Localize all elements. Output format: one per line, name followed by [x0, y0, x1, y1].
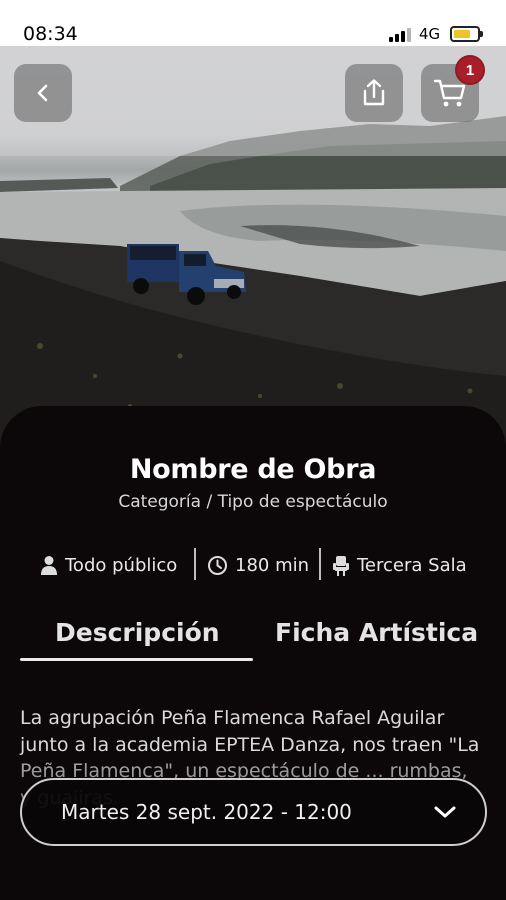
active-tab-indicator: [20, 658, 253, 661]
tab-descripcion[interactable]: Descripción: [55, 618, 220, 647]
back-arrow-icon: [37, 84, 48, 102]
status-bar: 08:34 4G: [0, 0, 506, 46]
clock-icon: [207, 555, 228, 576]
event-meta: Todo público 180 min Tercera Sala: [0, 548, 506, 582]
tab-ficha-artistica[interactable]: Ficha Artística: [275, 618, 478, 647]
meta-divider: [194, 548, 196, 580]
chevron-down-icon: [433, 804, 457, 820]
seat-icon: [332, 555, 350, 576]
share-icon: [363, 79, 385, 106]
event-category: Categoría / Tipo de espectáculo: [118, 492, 388, 512]
meta-divider: [319, 548, 321, 580]
status-time: 08:34: [23, 23, 78, 45]
date-time-select[interactable]: Martes 28 sept. 2022 - 12:00: [20, 778, 487, 846]
battery-icon: [450, 26, 483, 42]
meta-venue: Tercera Sala: [332, 548, 467, 582]
signal-icon: [389, 28, 412, 42]
cart-count-badge: 1: [455, 55, 485, 85]
back-button[interactable]: [14, 64, 72, 122]
person-icon: [40, 555, 58, 575]
network-type: 4G: [419, 25, 441, 43]
event-title: Nombre de Obra: [129, 454, 377, 485]
meta-audience: Todo público: [40, 548, 177, 582]
meta-duration: 180 min: [207, 548, 309, 582]
selected-date-time: Martes 28 sept. 2022 - 12:00: [61, 800, 352, 824]
share-button[interactable]: [345, 64, 403, 122]
